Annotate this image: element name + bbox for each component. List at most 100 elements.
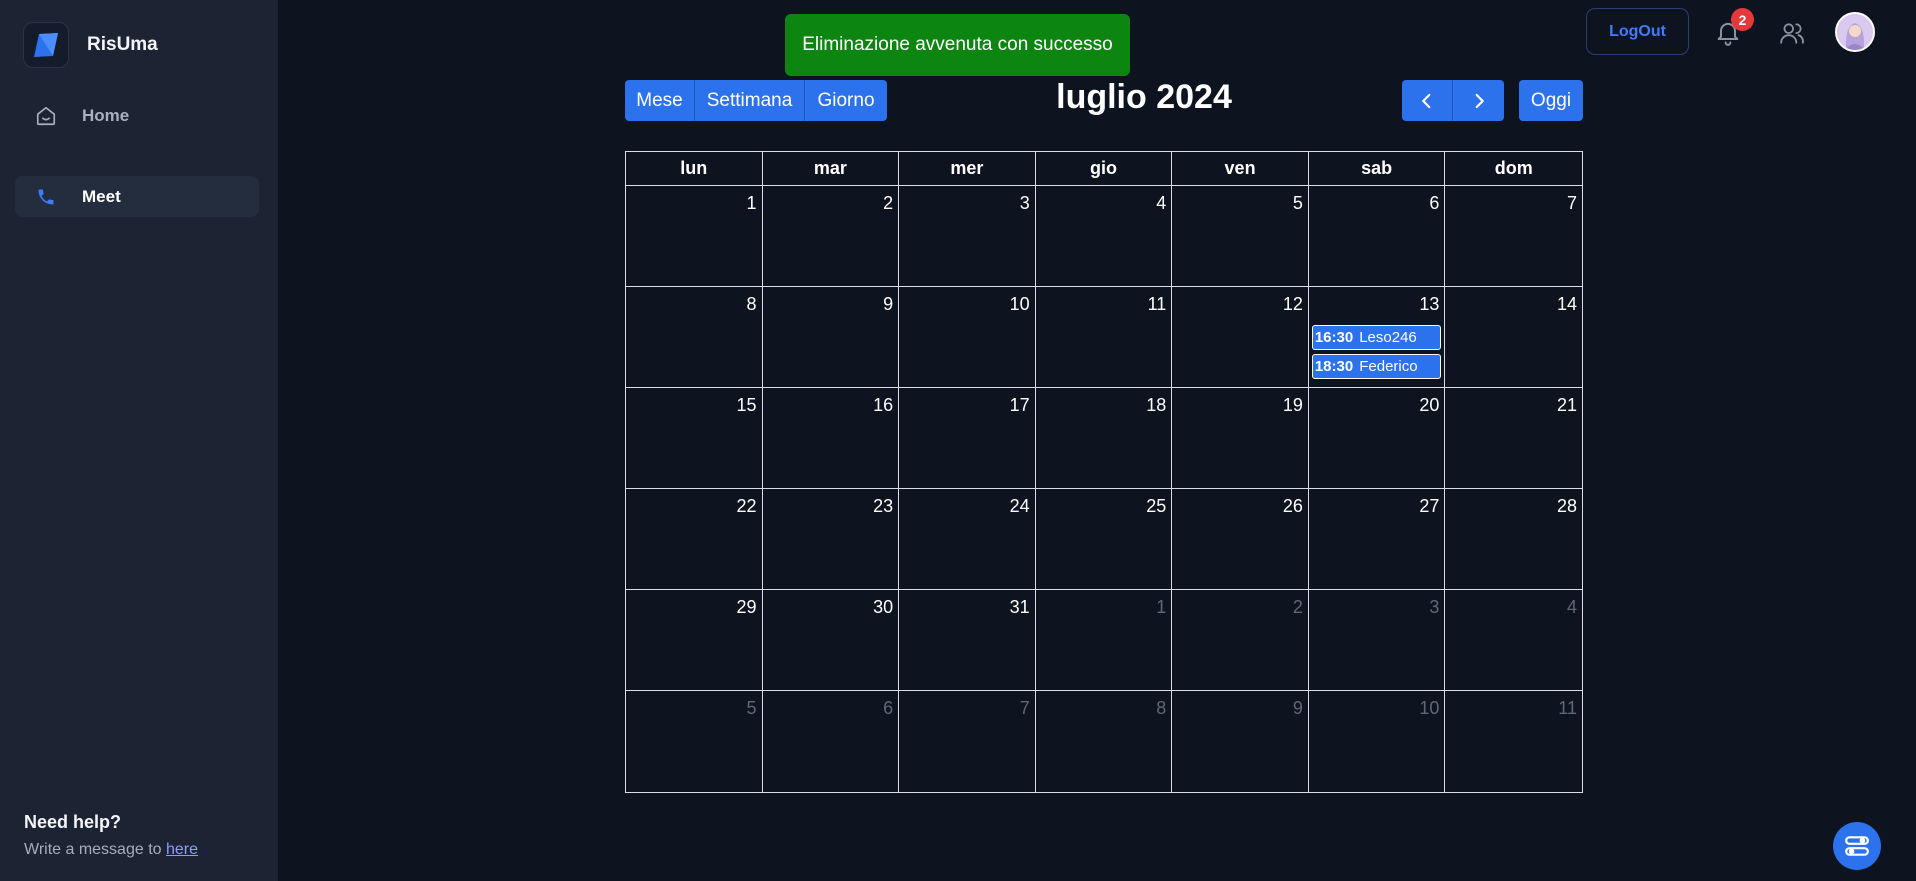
day-number[interactable]: 8 xyxy=(747,294,757,315)
day-number[interactable]: 1 xyxy=(1156,597,1166,618)
today-button[interactable]: Oggi xyxy=(1519,80,1583,121)
day-cell[interactable]: 6 xyxy=(1308,186,1446,287)
next-month-button[interactable] xyxy=(1453,80,1504,121)
day-number[interactable]: 2 xyxy=(883,193,893,214)
day-cell[interactable]: 1 xyxy=(626,186,763,287)
day-number[interactable]: 4 xyxy=(1156,193,1166,214)
day-number[interactable]: 26 xyxy=(1283,496,1303,517)
day-number[interactable]: 4 xyxy=(1567,597,1577,618)
day-number[interactable]: 7 xyxy=(1020,698,1030,719)
day-number[interactable]: 18 xyxy=(1146,395,1166,416)
day-cell[interactable]: 12 xyxy=(1172,287,1309,388)
avatar[interactable] xyxy=(1835,12,1875,52)
day-cell[interactable]: 23 xyxy=(762,489,900,590)
day-number[interactable]: 5 xyxy=(747,698,757,719)
day-cell[interactable]: 3 xyxy=(899,186,1036,287)
day-cell[interactable]: 9 xyxy=(762,287,900,388)
day-number[interactable]: 25 xyxy=(1146,496,1166,517)
day-cell[interactable]: 10 xyxy=(899,287,1036,388)
brand[interactable]: RisUma xyxy=(23,22,158,68)
day-number[interactable]: 23 xyxy=(873,496,893,517)
day-cell[interactable]: 2 xyxy=(762,186,900,287)
day-number[interactable]: 3 xyxy=(1429,597,1439,618)
day-number[interactable]: 28 xyxy=(1557,496,1577,517)
day-cell[interactable]: 20 xyxy=(1308,388,1446,489)
day-number[interactable]: 30 xyxy=(873,597,893,618)
day-number[interactable]: 7 xyxy=(1567,193,1577,214)
view-day-button[interactable]: Giorno xyxy=(805,80,887,121)
day-number[interactable]: 3 xyxy=(1020,193,1030,214)
day-cell[interactable]: 2 xyxy=(1172,590,1309,691)
view-month-button[interactable]: Mese xyxy=(625,80,695,121)
day-cell[interactable]: 5 xyxy=(1172,186,1309,287)
day-cell[interactable]: 30 xyxy=(762,590,900,691)
day-number[interactable]: 15 xyxy=(737,395,757,416)
day-cell[interactable]: 11 xyxy=(1445,691,1582,792)
day-number[interactable]: 10 xyxy=(1419,698,1439,719)
day-number[interactable]: 10 xyxy=(1010,294,1030,315)
day-cell[interactable]: 26 xyxy=(1172,489,1309,590)
day-number[interactable]: 1 xyxy=(747,193,757,214)
view-week-button[interactable]: Settimana xyxy=(695,80,805,121)
day-number[interactable]: 21 xyxy=(1557,395,1577,416)
day-number[interactable]: 16 xyxy=(873,395,893,416)
help-link[interactable]: here xyxy=(166,841,198,858)
day-cell[interactable]: 17 xyxy=(899,388,1036,489)
day-cell[interactable]: 15 xyxy=(626,388,763,489)
day-number[interactable]: 19 xyxy=(1283,395,1303,416)
day-cell[interactable]: 7 xyxy=(1445,186,1582,287)
day-cell[interactable]: 7 xyxy=(899,691,1036,792)
day-number[interactable]: 22 xyxy=(737,496,757,517)
day-number[interactable]: 11 xyxy=(1148,294,1167,315)
day-cell[interactable]: 14 xyxy=(1445,287,1582,388)
logout-button[interactable]: LogOut xyxy=(1586,8,1689,55)
people-icon[interactable] xyxy=(1779,20,1805,46)
day-cell[interactable]: 4 xyxy=(1035,186,1173,287)
day-number[interactable]: 5 xyxy=(1293,193,1303,214)
day-number[interactable]: 9 xyxy=(883,294,893,315)
day-number[interactable]: 6 xyxy=(1429,193,1439,214)
day-number[interactable]: 20 xyxy=(1419,395,1439,416)
day-cell[interactable]: 16 xyxy=(762,388,900,489)
day-cell[interactable]: 31 xyxy=(899,590,1036,691)
day-number[interactable]: 24 xyxy=(1010,496,1030,517)
day-cell[interactable]: 21 xyxy=(1445,388,1582,489)
day-cell[interactable]: 5 xyxy=(626,691,763,792)
day-number[interactable]: 2 xyxy=(1293,597,1303,618)
day-cell[interactable]: 4 xyxy=(1445,590,1582,691)
day-cell[interactable]: 6 xyxy=(763,691,900,792)
day-number[interactable]: 27 xyxy=(1419,496,1439,517)
day-cell[interactable]: 8 xyxy=(1036,691,1173,792)
sidebar-item-home[interactable]: Home xyxy=(15,95,259,136)
day-number[interactable]: 14 xyxy=(1557,294,1577,315)
day-cell[interactable]: 29 xyxy=(626,590,763,691)
day-number[interactable]: 31 xyxy=(1010,597,1030,618)
calendar-event[interactable]: 16:30 Leso246 xyxy=(1311,325,1442,350)
day-cell[interactable]: 9 xyxy=(1172,691,1309,792)
day-number[interactable]: 9 xyxy=(1293,698,1303,719)
day-cell[interactable]: 10 xyxy=(1309,691,1446,792)
day-cell[interactable]: 28 xyxy=(1445,489,1582,590)
day-cell[interactable]: 25 xyxy=(1035,489,1173,590)
day-cell[interactable]: 24 xyxy=(899,489,1036,590)
day-number[interactable]: 6 xyxy=(883,698,893,719)
day-cell[interactable]: 27 xyxy=(1308,489,1446,590)
day-number[interactable]: 29 xyxy=(737,597,757,618)
day-number[interactable]: 11 xyxy=(1558,698,1577,719)
day-number[interactable]: 17 xyxy=(1010,395,1030,416)
day-cell[interactable]: 11 xyxy=(1035,287,1173,388)
day-cell[interactable]: 19 xyxy=(1172,388,1309,489)
sidebar-item-meet[interactable]: Meet xyxy=(15,176,259,217)
day-cell[interactable]: 13 16:30 Leso246 18:30 Federico xyxy=(1308,287,1446,388)
day-number[interactable]: 13 xyxy=(1419,294,1439,315)
day-cell[interactable]: 22 xyxy=(626,489,763,590)
day-cell[interactable]: 8 xyxy=(626,287,763,388)
settings-toggle-button[interactable] xyxy=(1833,822,1881,870)
success-toast[interactable]: Eliminazione avvenuta con successo xyxy=(785,14,1130,76)
prev-month-button[interactable] xyxy=(1402,80,1453,121)
calendar-event[interactable]: 18:30 Federico xyxy=(1311,354,1442,379)
day-number[interactable]: 12 xyxy=(1283,294,1303,315)
day-cell[interactable]: 3 xyxy=(1308,590,1446,691)
day-cell[interactable]: 18 xyxy=(1035,388,1173,489)
day-number[interactable]: 8 xyxy=(1156,698,1166,719)
